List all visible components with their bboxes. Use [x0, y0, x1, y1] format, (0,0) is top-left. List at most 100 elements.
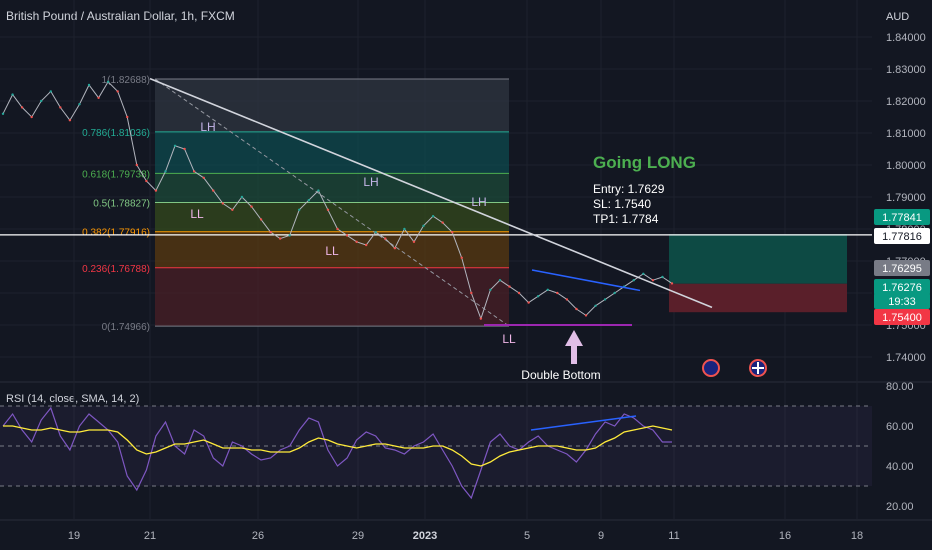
price-point — [651, 279, 655, 282]
price-axis-tick: 1.80000 — [886, 160, 926, 172]
price-point — [384, 237, 387, 240]
fib-level-label: 0.618(1.79738) — [82, 169, 150, 180]
rsi-axis-tick: 80.00 — [886, 381, 914, 393]
price-point — [642, 272, 645, 275]
price-badge-text: 1.77841 — [882, 212, 922, 224]
time-axis-tick: 16 — [779, 530, 791, 542]
price-axis-tick: 1.82000 — [886, 96, 926, 108]
price-point — [1, 112, 5, 116]
currency-label: AUD — [886, 11, 909, 23]
price-point — [460, 256, 463, 259]
swing-label: LH — [471, 195, 486, 209]
price-point — [603, 298, 607, 301]
swing-label: LL — [325, 244, 339, 258]
price-divergence-line — [531, 269, 641, 292]
price-point — [317, 189, 320, 192]
price-point — [498, 279, 502, 282]
price-axis-tick: 1.74000 — [886, 352, 926, 364]
price-point — [40, 99, 43, 103]
time-axis-tick: 9 — [598, 530, 604, 542]
chart-root: { "header": {"symbol_title": "British Po… — [0, 0, 932, 550]
rsi-axis-tick: 40.00 — [886, 461, 914, 473]
fib-zone — [155, 267, 509, 327]
price-point — [326, 208, 330, 211]
fib-level-label: 1(1.82688) — [102, 75, 150, 86]
price-point — [231, 208, 234, 211]
price-point — [508, 285, 511, 288]
price-point — [145, 179, 148, 183]
fib-level-label: 0.382(1.77916) — [82, 228, 150, 239]
price-axis-tick: 1.83000 — [886, 64, 926, 76]
price-chart-svg: AUD 1(1.82688) 0.786(1.81036) 0.618(1.79738… — [0, 0, 932, 542]
price-point — [59, 106, 62, 109]
stop-loss-label: SL: 1.7540 — [593, 197, 651, 211]
price-point — [154, 189, 158, 192]
price-point — [68, 119, 72, 122]
price-point — [240, 195, 244, 199]
price-point — [49, 90, 52, 93]
price-point — [364, 243, 368, 247]
price-point — [670, 282, 674, 285]
price-point — [135, 163, 138, 167]
price-badge-text: 19:33 — [888, 296, 916, 308]
time-axis-tick: 19 — [68, 530, 80, 542]
price-point — [517, 291, 521, 295]
price-point — [106, 80, 110, 84]
price-point — [278, 237, 282, 240]
fib-level-label: 0.236(1.76788) — [82, 264, 150, 275]
price-point — [250, 205, 253, 208]
price-point — [479, 317, 483, 320]
price-point — [661, 275, 664, 279]
price-axis-tick: 1.79000 — [886, 192, 926, 204]
price-point — [422, 224, 425, 227]
price-point — [575, 307, 578, 311]
price-point — [393, 247, 397, 250]
price-point — [470, 291, 473, 295]
take-profit-label: TP1: 1.7784 — [593, 212, 659, 226]
price-point — [87, 83, 91, 87]
price-point — [173, 144, 177, 147]
price-point — [11, 93, 14, 96]
double-bottom-arrow — [565, 330, 583, 364]
time-axis-tick: 11 — [668, 530, 679, 542]
price-point — [374, 231, 377, 234]
price-point — [613, 291, 616, 295]
price-point — [307, 199, 311, 202]
price-point — [259, 218, 263, 221]
fib-level-label: 0.786(1.81036) — [82, 128, 150, 139]
price-point — [527, 301, 530, 304]
swing-label: LL — [502, 332, 516, 346]
price-point — [556, 291, 559, 295]
swing-label: LH — [200, 120, 215, 134]
price-point — [298, 208, 301, 211]
price-point — [212, 189, 215, 192]
price-point — [269, 231, 272, 234]
price-point — [30, 115, 33, 119]
price-point — [164, 170, 167, 173]
price-axis-tick: 1.84000 — [886, 32, 926, 44]
rsi-axis-tick: 60.00 — [886, 421, 914, 433]
rsi-axis-tick: 20.00 — [886, 501, 914, 513]
price-point — [336, 227, 339, 231]
take-profit-zone — [669, 234, 847, 284]
price-point — [546, 288, 549, 291]
australia-flag-icon — [702, 359, 720, 377]
fib-zone — [155, 173, 509, 203]
price-point — [584, 314, 588, 317]
time-axis-tick: 18 — [851, 530, 863, 542]
price-point — [431, 215, 435, 218]
price-badge-text: 1.76295 — [882, 263, 922, 275]
price-badge-text: 1.77816 — [882, 231, 922, 243]
time-axis-tick: 2023 — [413, 530, 437, 542]
fib-level-label: 0(1.74966) — [102, 322, 150, 333]
price-point — [78, 103, 81, 106]
price-point — [126, 115, 129, 119]
time-axis-tick: 26 — [252, 530, 264, 542]
double-bottom-label: Double Bottom — [521, 368, 600, 382]
price-badge-text: 1.76276 — [882, 282, 922, 294]
swing-label: LH — [363, 175, 378, 189]
price-badge-text: 1.75400 — [882, 312, 922, 324]
price-point — [450, 231, 454, 234]
price-point — [116, 90, 119, 93]
price-axis-tick: 1.81000 — [886, 128, 926, 140]
